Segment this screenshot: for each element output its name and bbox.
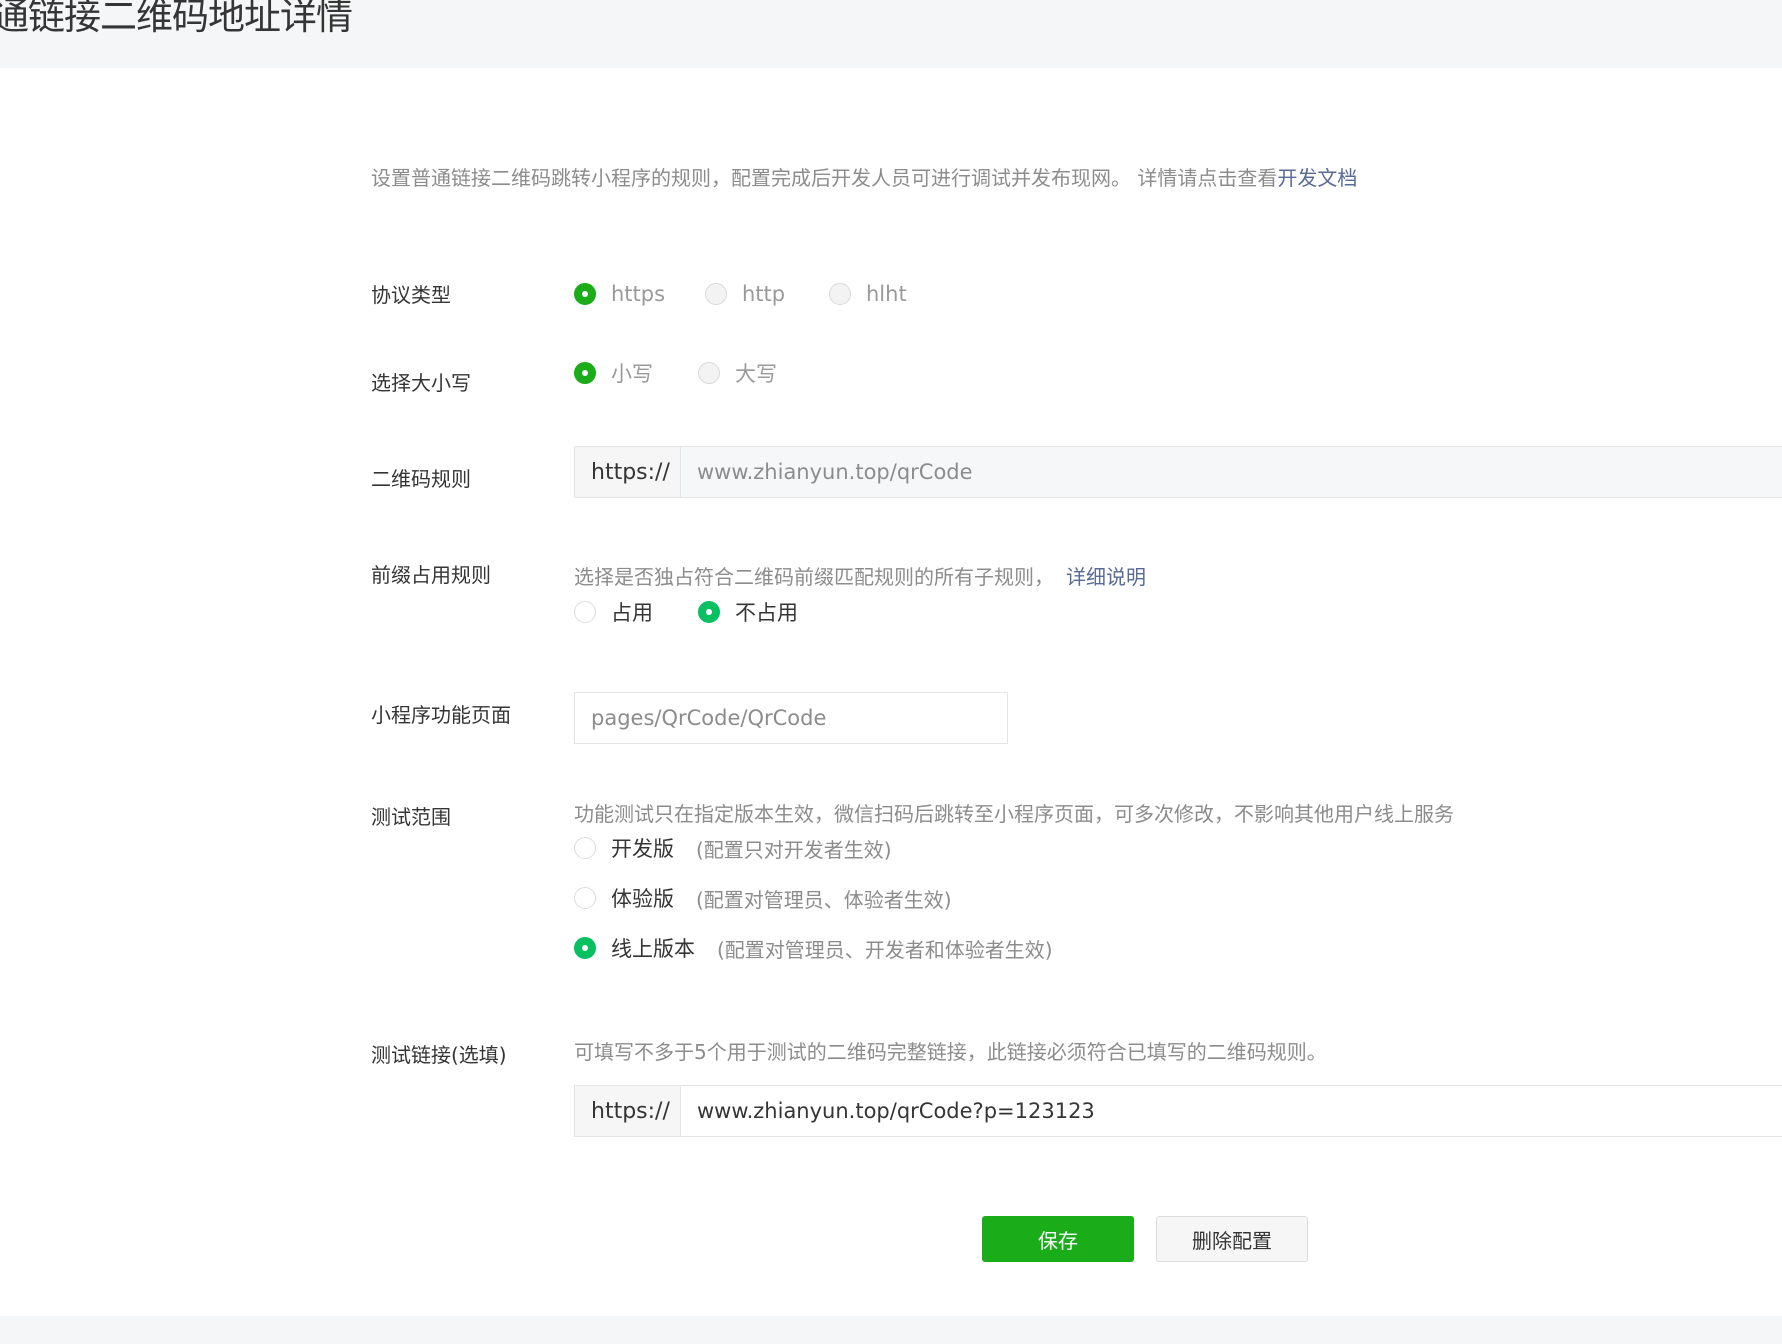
test-scope-hint: 功能测试只在指定版本生效，微信扫码后跳转至小程序页面，可多次修改，不影响其他用户… — [574, 802, 1454, 826]
prefix-option-not-occupy[interactable]: 不占用 — [698, 597, 798, 627]
test-link-field: https:// — [574, 1085, 1782, 1137]
radio-note: (配置对管理员、开发者和体验者生效) — [717, 937, 1053, 962]
test-link-label: 测试链接(选填) — [371, 1043, 507, 1067]
delete-config-button[interactable]: 删除配置 — [1156, 1216, 1308, 1262]
radio-label: http — [742, 282, 786, 306]
radio-unchecked-icon — [705, 283, 727, 305]
qr-rule-input[interactable] — [681, 447, 1782, 497]
case-label: 选择大小写 — [371, 371, 471, 395]
intro-description: 设置普通链接二维码跳转小程序的规则，配置完成后开发人员可进行调试并发布现网。 详… — [371, 166, 1278, 190]
radio-unchecked-icon — [829, 283, 851, 305]
radio-checked-icon — [698, 601, 720, 623]
radio-label: https — [611, 282, 666, 306]
mini-page-input[interactable] — [575, 693, 1007, 743]
case-option-lower[interactable]: 小写 — [574, 358, 653, 388]
prefix-rule-hint: 选择是否独占符合二维码前缀匹配规则的所有子规则， 详细说明 — [574, 561, 1146, 590]
radio-checked-icon — [574, 283, 596, 305]
save-button[interactable]: 保存 — [982, 1216, 1134, 1262]
test-link-prefix: https:// — [575, 1086, 681, 1136]
protocol-option-https[interactable]: https — [574, 282, 665, 306]
page-header: 通链接二维码地址详情 — [0, 0, 1782, 68]
intro-text: 设置普通链接二维码跳转小程序的规则，配置完成后开发人员可进行调试并发布现网。 详… — [371, 162, 1357, 191]
prefix-option-occupy[interactable]: 占用 — [574, 597, 653, 627]
qr-rule-prefix: https:// — [575, 447, 681, 497]
radio-note: (配置对管理员、体验者生效) — [696, 887, 952, 912]
detail-link[interactable]: 详细说明 — [1066, 565, 1146, 589]
mini-page-label: 小程序功能页面 — [371, 703, 511, 727]
qr-rule-field: https:// — [574, 446, 1782, 498]
page-title: 通链接二维码地址详情 — [0, 0, 353, 38]
prefix-rule-label: 前缀占用规则 — [371, 563, 491, 587]
case-option-upper[interactable]: 大写 — [698, 358, 777, 388]
radio-label: 大写 — [735, 362, 777, 386]
radio-label: hlht — [866, 282, 907, 306]
radio-unchecked-icon — [574, 837, 596, 859]
scope-option-trial[interactable]: 体验版 (配置对管理员、体验者生效) — [574, 883, 952, 913]
mini-page-field — [574, 692, 1008, 744]
test-link-hint: 可填写不多于5个用于测试的二维码完整链接，此链接必须符合已填写的二维码规则。 — [574, 1040, 1327, 1064]
radio-checked-icon — [574, 937, 596, 959]
radio-label: 开发版 — [611, 837, 674, 861]
radio-label: 占用 — [611, 601, 653, 625]
test-link-input[interactable] — [681, 1086, 1782, 1136]
scope-option-dev[interactable]: 开发版 (配置只对开发者生效) — [574, 833, 892, 863]
radio-label: 不占用 — [735, 601, 798, 625]
radio-label: 线上版本 — [611, 937, 695, 961]
qr-rule-label: 二维码规则 — [371, 467, 471, 491]
scope-option-online[interactable]: 线上版本 (配置对管理员、开发者和体验者生效) — [574, 933, 1053, 963]
radio-unchecked-icon — [698, 362, 720, 384]
radio-unchecked-icon — [574, 601, 596, 623]
config-panel: 设置普通链接二维码跳转小程序的规则，配置完成后开发人员可进行调试并发布现网。 详… — [0, 68, 1782, 1316]
radio-label: 体验版 — [611, 887, 674, 911]
test-scope-label: 测试范围 — [371, 805, 451, 829]
radio-checked-icon — [574, 362, 596, 384]
radio-label: 小写 — [611, 362, 653, 386]
dev-docs-link[interactable]: 开发文档 — [1277, 166, 1357, 190]
prefix-rule-hint-text: 选择是否独占符合二维码前缀匹配规则的所有子规则， — [574, 565, 1054, 589]
protocol-option-http[interactable]: http — [705, 282, 785, 306]
protocol-label: 协议类型 — [371, 283, 451, 307]
radio-unchecked-icon — [574, 887, 596, 909]
protocol-option-hlht[interactable]: hlht — [829, 282, 907, 306]
radio-note: (配置只对开发者生效) — [696, 837, 892, 862]
